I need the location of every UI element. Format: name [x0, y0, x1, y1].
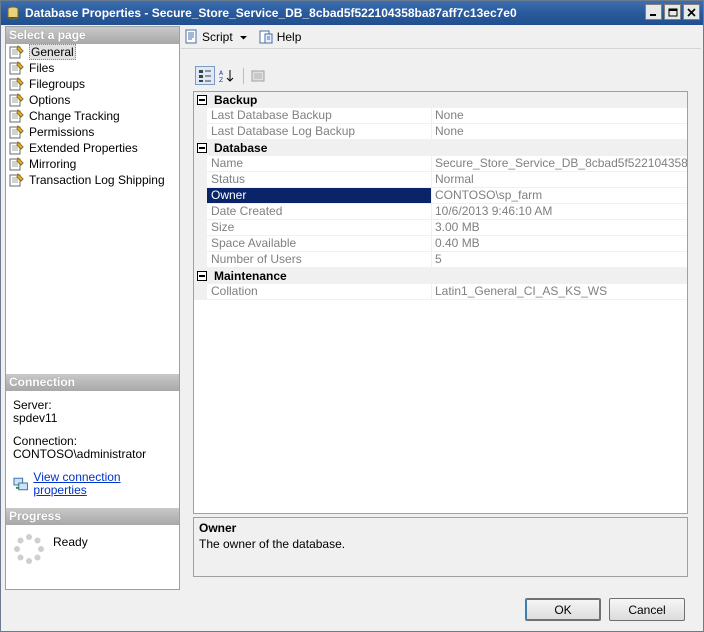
chevron-down-icon[interactable] [239, 33, 248, 42]
property-grid-toolbar: A Z [195, 66, 270, 85]
close-button[interactable] [683, 4, 700, 20]
database-properties-window: Database Properties - Secure_Store_Servi… [0, 0, 704, 632]
category-backup[interactable]: Backup [194, 92, 687, 108]
left-pane: Select a page General Files Filegroups O… [5, 26, 180, 590]
collapse-icon[interactable] [197, 94, 207, 105]
wrench-page-icon [9, 45, 24, 59]
property-row[interactable]: Last Database Backup None [194, 108, 687, 124]
property-pages-button[interactable] [248, 66, 268, 85]
wrench-page-icon [9, 141, 24, 155]
ok-button[interactable]: OK [525, 598, 601, 621]
page-list: General Files Filegroups Options Change … [6, 44, 179, 188]
window-title: Database Properties - Secure_Store_Servi… [25, 6, 517, 20]
close-icon [687, 7, 696, 17]
page-item-change-tracking[interactable]: Change Tracking [6, 108, 179, 124]
page-item-general[interactable]: General [6, 44, 179, 60]
property-row[interactable]: Size 3.00 MB [194, 220, 687, 236]
property-pages-icon [251, 70, 265, 81]
progress-header: Progress [6, 508, 179, 525]
maximize-button[interactable] [664, 4, 681, 20]
page-item-files[interactable]: Files [6, 60, 179, 76]
svg-text:A: A [219, 70, 224, 77]
maximize-icon [668, 8, 677, 16]
progress-spinner-icon [14, 534, 44, 564]
connection-properties-icon [13, 477, 28, 491]
categorized-button[interactable] [195, 66, 215, 85]
property-row-owner[interactable]: Owner CONTOSO\sp_farm [194, 188, 687, 204]
wrench-page-icon [9, 125, 24, 139]
description-title: Owner [199, 521, 237, 535]
wrench-page-icon [9, 157, 24, 171]
property-row[interactable]: Number of Users 5 [194, 252, 687, 268]
property-row[interactable]: Name Secure_Store_Service_DB_8cbad5f5221… [194, 156, 687, 172]
connection-header: Connection [6, 374, 179, 391]
page-item-options[interactable]: Options [6, 92, 179, 108]
alphabetical-button[interactable]: A Z [217, 66, 237, 85]
page-item-permissions[interactable]: Permissions [6, 124, 179, 140]
wrench-page-icon [9, 93, 24, 107]
server-value: spdev11 [13, 411, 58, 425]
page-item-filegroups[interactable]: Filegroups [6, 76, 179, 92]
minimize-icon [650, 13, 656, 16]
description-text: The owner of the database. [199, 537, 346, 551]
help-icon [259, 30, 273, 44]
connection-section: Connection Server: spdev11 Connection: C… [6, 374, 179, 505]
database-icon [5, 5, 21, 21]
categorized-icon [199, 69, 211, 82]
svg-text:Z: Z [219, 77, 223, 83]
help-button[interactable]: Help [258, 29, 301, 45]
page-item-extended-properties[interactable]: Extended Properties [6, 140, 179, 156]
collapse-icon[interactable] [197, 270, 207, 281]
property-row[interactable]: Collation Latin1_General_CI_AS_KS_WS [194, 284, 687, 300]
category-database[interactable]: Database [194, 140, 687, 156]
collapse-icon[interactable] [197, 142, 207, 153]
property-grid: Backup Last Database Backup None Last Da… [193, 91, 688, 514]
wrench-page-icon [9, 77, 24, 91]
page-item-mirroring[interactable]: Mirroring [6, 156, 179, 172]
connection-value: CONTOSO\administrator [13, 447, 147, 461]
view-connection-properties-link[interactable]: View connection properties [33, 471, 172, 497]
sort-alphabetical-icon: A Z [219, 69, 234, 83]
title-bar[interactable]: Database Properties - Secure_Store_Servi… [1, 1, 703, 25]
cancel-button[interactable]: Cancel [609, 598, 685, 621]
property-row[interactable]: Last Database Log Backup None [194, 124, 687, 140]
page-item-transaction-log-shipping[interactable]: Transaction Log Shipping [6, 172, 179, 188]
property-row[interactable]: Date Created 10/6/2013 9:46:10 AM [194, 204, 687, 220]
toolbar: Script Help [181, 26, 701, 48]
right-pane: Script Help A Z Backup Last Database Bac… [181, 26, 701, 590]
progress-status: Ready [53, 535, 88, 549]
description-panel: Owner The owner of the database. [193, 517, 688, 577]
wrench-page-icon [9, 61, 24, 75]
script-button[interactable]: Script [183, 29, 248, 45]
progress-section: Progress Ready [6, 508, 179, 573]
wrench-page-icon [9, 173, 24, 187]
category-maintenance[interactable]: Maintenance [194, 268, 687, 284]
select-page-header: Select a page [6, 27, 179, 44]
wrench-page-icon [9, 109, 24, 123]
script-icon [185, 29, 197, 44]
property-row[interactable]: Space Available 0.40 MB [194, 236, 687, 252]
property-row[interactable]: Status Normal [194, 172, 687, 188]
minimize-button[interactable] [645, 4, 662, 20]
